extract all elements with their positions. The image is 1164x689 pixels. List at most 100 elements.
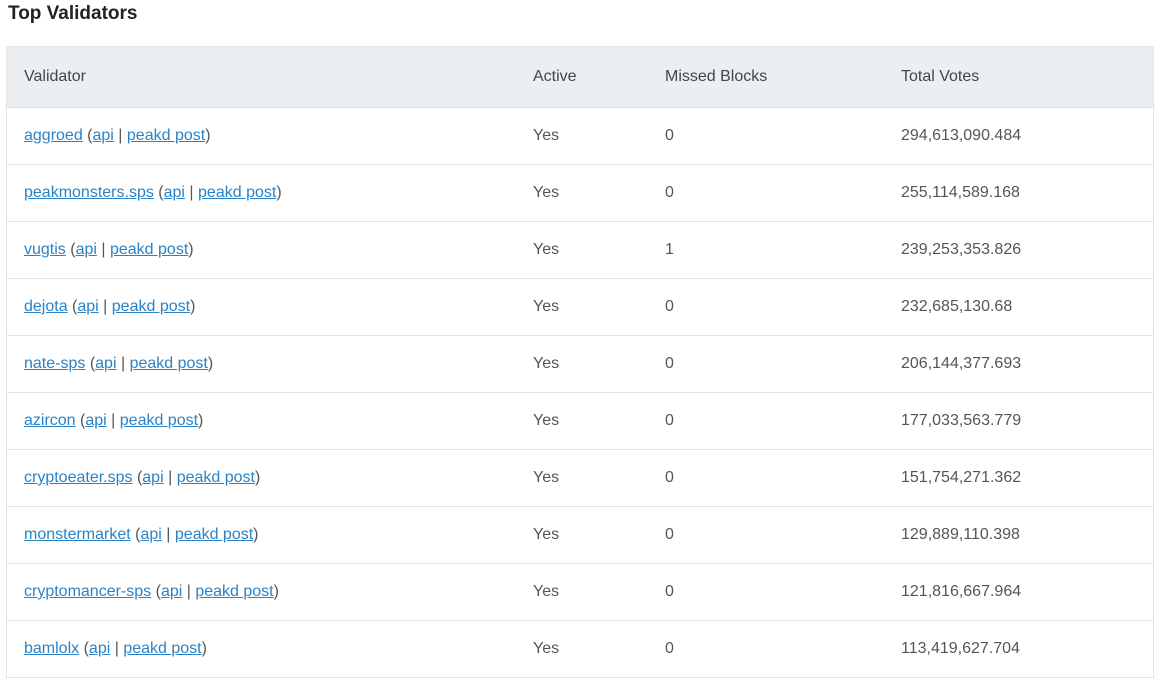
validator-link[interactable]: azircon	[24, 412, 76, 429]
peakd-post-link[interactable]: peakd post	[195, 583, 273, 600]
link-separator: )	[254, 469, 261, 486]
table-row: peakmonsters.sps (api | peakd post) Yes 0 2…	[7, 164, 1153, 222]
validator-link[interactable]: dejota	[24, 298, 68, 315]
total-votes-cell: 255,114,589.168	[884, 164, 1153, 222]
link-separator: |	[96, 241, 110, 258]
table-row: vugtis (api | peakd post) Yes 1 239,253,353…	[7, 221, 1153, 279]
total-votes-cell: 232,685,130.68	[884, 278, 1153, 336]
active-cell: Yes	[516, 620, 648, 678]
api-link[interactable]: api	[85, 412, 106, 429]
link-separator: )	[201, 640, 207, 657]
validators-table-container: Validator Active Missed Blocks Total Vot…	[6, 46, 1154, 678]
active-cell: Yes	[516, 278, 648, 336]
peakd-post-link[interactable]: peakd post	[177, 469, 255, 486]
link-separator: (	[151, 583, 161, 600]
validator-cell: cryptomancer-sps (api | peakd post)	[7, 563, 516, 621]
validator-link[interactable]: cryptomancer-sps	[24, 583, 151, 600]
header-row: Validator Active Missed Blocks Total Vot…	[7, 47, 1153, 108]
validator-cell: bamlolx (api | peakd post)	[7, 620, 516, 678]
link-separator: |	[98, 298, 112, 315]
missed-blocks-cell: 0	[648, 164, 884, 222]
total-votes-cell: 121,816,667.964	[884, 563, 1153, 621]
table-row: cryptoeater.sps (api | peakd post) Yes 0 15…	[7, 449, 1153, 507]
peakd-post-link[interactable]: peakd post	[198, 184, 276, 201]
link-separator: )	[276, 184, 282, 201]
active-cell: Yes	[516, 392, 648, 450]
table-row: bamlolx (api | peakd post) Yes 0 113,419,62…	[7, 620, 1153, 678]
validator-link[interactable]: cryptoeater.sps	[24, 469, 133, 486]
link-separator: |	[110, 640, 124, 657]
api-link[interactable]: api	[77, 298, 98, 315]
table-body: aggroed (api | peakd post) Yes 0 294,613,09…	[7, 107, 1153, 678]
link-separator: )	[198, 412, 204, 429]
link-separator: (	[82, 127, 93, 144]
column-header-active: Active	[516, 47, 648, 108]
validator-link[interactable]: aggroed	[24, 127, 83, 144]
validator-cell: aggroed (api | peakd post)	[7, 107, 516, 165]
column-header-total-votes: Total Votes	[884, 47, 1153, 108]
link-separator: |	[182, 583, 196, 600]
peakd-post-link[interactable]: peakd post	[110, 241, 188, 258]
validator-cell: monstermarket (api | peakd post)	[7, 506, 516, 564]
missed-blocks-cell: 0	[648, 620, 884, 678]
total-votes-cell: 113,419,627.704	[884, 620, 1153, 678]
table-row: dejota (api | peakd post) Yes 0 232,685,130…	[7, 278, 1153, 336]
api-link[interactable]: api	[95, 355, 116, 372]
link-separator: )	[190, 298, 196, 315]
total-votes-cell: 129,889,110.398	[884, 506, 1153, 564]
api-link[interactable]: api	[140, 526, 161, 543]
link-separator: )	[253, 526, 259, 543]
total-votes-cell: 294,613,090.484	[884, 107, 1153, 165]
link-separator: (	[153, 184, 164, 201]
api-link[interactable]: api	[89, 640, 110, 657]
active-cell: Yes	[516, 449, 648, 507]
active-cell: Yes	[516, 221, 648, 279]
peakd-post-link[interactable]: peakd post	[127, 127, 205, 144]
link-separator: (	[65, 241, 76, 258]
link-separator: (	[132, 469, 143, 486]
api-link[interactable]: api	[161, 583, 182, 600]
api-link[interactable]: api	[142, 469, 163, 486]
link-separator: (	[75, 412, 86, 429]
link-separator: |	[163, 469, 177, 486]
link-separator: )	[273, 583, 279, 600]
active-cell: Yes	[516, 335, 648, 393]
total-votes-cell: 206,144,377.693	[884, 335, 1153, 393]
column-header-missed-blocks: Missed Blocks	[648, 47, 884, 108]
peakd-post-link[interactable]: peakd post	[112, 298, 190, 315]
column-header-validator: Validator	[7, 47, 516, 108]
api-link[interactable]: api	[164, 184, 185, 201]
link-separator: |	[161, 526, 175, 543]
missed-blocks-cell: 0	[648, 392, 884, 450]
peakd-post-link[interactable]: peakd post	[120, 412, 198, 429]
table-row: cryptomancer-sps (api | peakd post) Yes 0 1…	[7, 563, 1153, 621]
validator-cell: dejota (api | peakd post)	[7, 278, 516, 336]
validator-link[interactable]: bamlolx	[24, 640, 79, 657]
peakd-post-link[interactable]: peakd post	[130, 355, 208, 372]
missed-blocks-cell: 0	[648, 107, 884, 165]
validator-link[interactable]: nate-sps	[24, 355, 85, 372]
validator-cell: nate-sps (api | peakd post)	[7, 335, 516, 393]
total-votes-cell: 239,253,353.826	[884, 221, 1153, 279]
api-link[interactable]: api	[93, 127, 114, 144]
link-separator: (	[67, 298, 78, 315]
validators-table: Validator Active Missed Blocks Total Vot…	[7, 47, 1153, 678]
validator-cell: cryptoeater.sps (api | peakd post)	[7, 449, 516, 507]
peakd-post-link[interactable]: peakd post	[175, 526, 253, 543]
missed-blocks-cell: 1	[648, 221, 884, 279]
validator-link[interactable]: vugtis	[24, 241, 66, 258]
link-separator: )	[205, 127, 211, 144]
peakd-post-link[interactable]: peakd post	[123, 640, 201, 657]
validator-cell: peakmonsters.sps (api | peakd post)	[7, 164, 516, 222]
validator-cell: azircon (api | peakd post)	[7, 392, 516, 450]
table-row: aggroed (api | peakd post) Yes 0 294,613,09…	[7, 107, 1153, 165]
link-separator: (	[79, 640, 89, 657]
table-row: monstermarket (api | peakd post) Yes 0 129,…	[7, 506, 1153, 564]
link-separator: )	[207, 355, 214, 372]
validator-link[interactable]: peakmonsters.sps	[24, 184, 154, 201]
link-separator: |	[113, 127, 127, 144]
table-row: azircon (api | peakd post) Yes 0 177,033,56…	[7, 392, 1153, 450]
api-link[interactable]: api	[76, 241, 97, 258]
missed-blocks-cell: 0	[648, 335, 884, 393]
validator-link[interactable]: monstermarket	[24, 526, 131, 543]
